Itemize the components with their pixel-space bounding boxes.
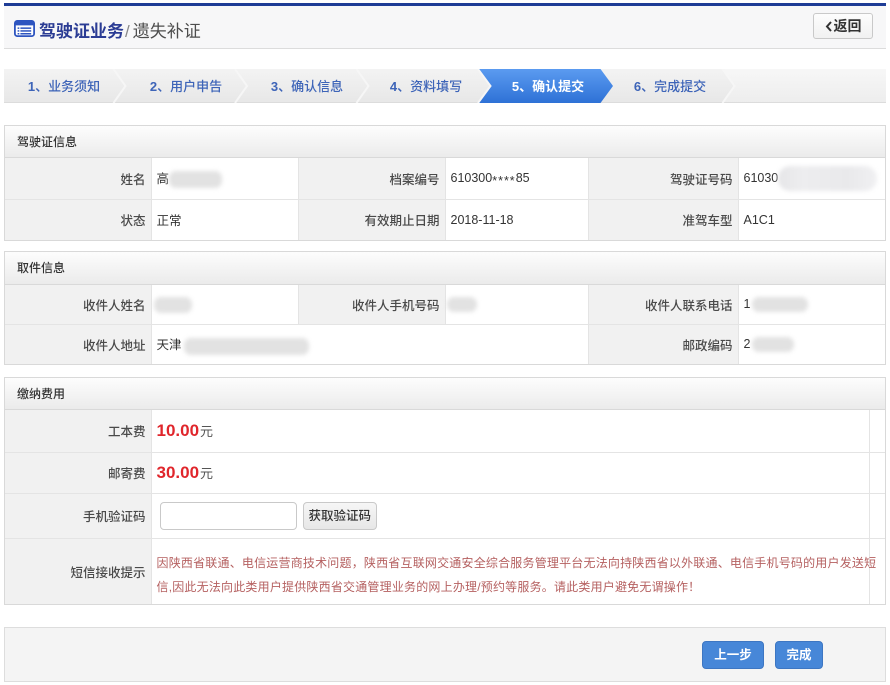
svg-text:2、用户申告: 2、用户申告 — [150, 79, 222, 94]
svg-text:5、确认提交: 5、确认提交 — [512, 79, 584, 94]
svg-text:6、完成提交: 6、完成提交 — [634, 79, 706, 94]
svg-text:1、业务须知: 1、业务须知 — [28, 79, 100, 94]
svg-text:3、确认信息: 3、确认信息 — [271, 79, 343, 94]
svg-text:4、资料填写: 4、资料填写 — [390, 79, 462, 94]
